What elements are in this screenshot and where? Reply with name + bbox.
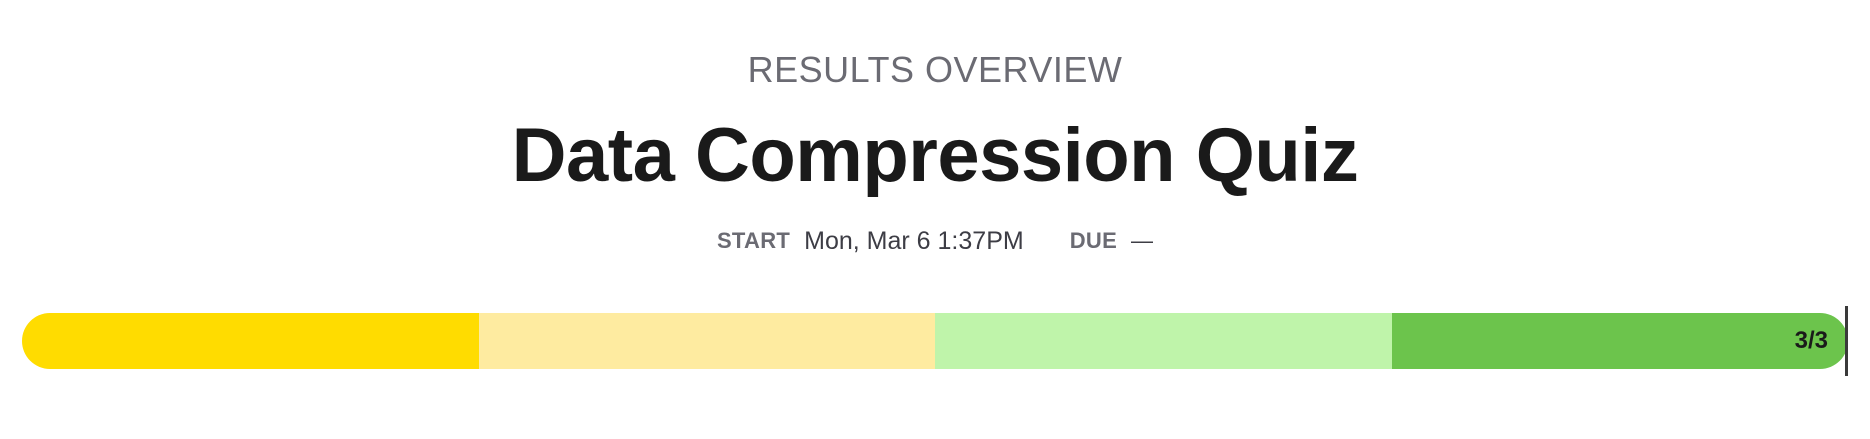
quiz-meta: START Mon, Mar 6 1:37PM DUE — xyxy=(0,224,1870,258)
due-value: — xyxy=(1131,228,1154,253)
score-progress-bar: 3/3 xyxy=(22,313,1848,369)
progress-segment-3 xyxy=(935,313,1392,369)
progress-segment-2 xyxy=(478,313,935,369)
start-value: Mon, Mar 6 1:37PM xyxy=(804,226,1024,255)
results-overview-heading: RESULTS OVERVIEW xyxy=(747,49,1123,90)
progress-segment-1 xyxy=(22,313,479,369)
due-label: DUE xyxy=(1069,228,1118,253)
progress-end-marker xyxy=(1845,306,1848,376)
due-info: DUE — xyxy=(1070,228,1153,254)
progress-segment-4 xyxy=(1391,313,1848,369)
quiz-title: Data Compression Quiz xyxy=(511,113,1359,198)
progress-score-label: 3/3 xyxy=(1794,327,1828,354)
start-label: START xyxy=(716,228,791,253)
start-info: START Mon, Mar 6 1:37PM xyxy=(717,227,1024,256)
